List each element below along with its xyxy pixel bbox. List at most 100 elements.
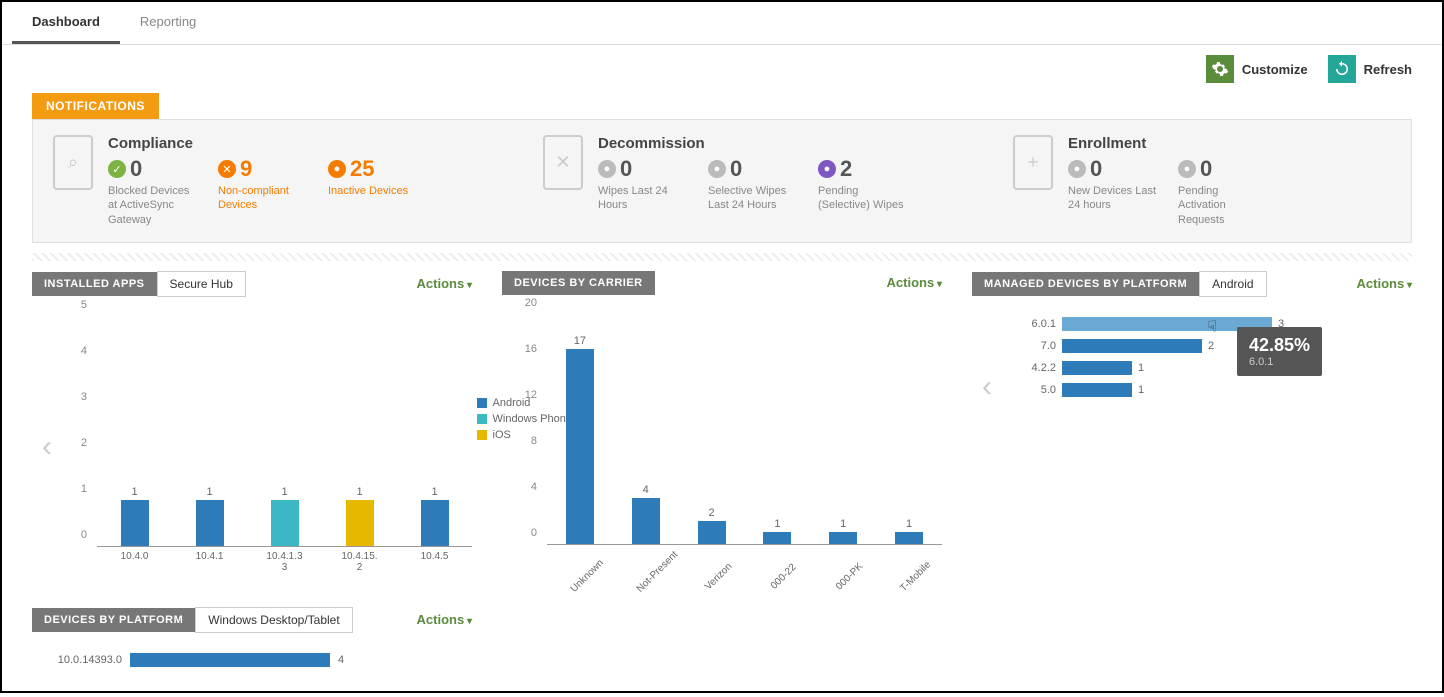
bar[interactable] [121, 500, 149, 546]
dot-icon: ● [818, 160, 836, 178]
x-label: Verizon [697, 556, 736, 595]
widget-title: DEVICES BY PLATFORM [32, 608, 195, 632]
phone-search-icon: ⌕ [53, 135, 93, 190]
bar-value: 4 [643, 484, 649, 496]
tab-dashboard[interactable]: Dashboard [12, 2, 120, 44]
metric-pending-wipes[interactable]: ●2 Pending (Selective) Wipes [818, 156, 908, 213]
actions-dropdown[interactable]: Actions [1357, 276, 1412, 291]
hbar-label: 6.0.1 [1012, 318, 1062, 330]
metric-value: 25 [350, 156, 374, 182]
x-label: 10.4.15.2 [340, 547, 380, 587]
dot-icon: ● [1068, 160, 1086, 178]
y-tick: 0 [531, 527, 537, 539]
bar[interactable] [421, 500, 449, 546]
metric-wipes[interactable]: ●0 Wipes Last 24 Hours [598, 156, 688, 213]
bar[interactable] [196, 500, 224, 546]
x-label: 10.4.1 [190, 547, 230, 587]
warn-icon: ✕ [218, 160, 236, 178]
bar[interactable] [566, 349, 594, 544]
hbar-label: 4.2.2 [1012, 362, 1062, 374]
legend-swatch [477, 398, 487, 408]
x-label: 10.4.0 [115, 547, 155, 587]
bar[interactable] [346, 500, 374, 546]
metric-selective-wipes[interactable]: ●0 Selective Wipes Last 24 Hours [708, 156, 798, 213]
chart-tooltip: 42.85% 6.0.1 [1237, 327, 1322, 376]
y-tick: 3 [81, 391, 87, 403]
hbar-row[interactable]: 4.2.2 1 [1012, 361, 1412, 375]
x-label: 10.4.5 [415, 547, 455, 587]
x-label: 000-22 [763, 556, 802, 595]
widget-installed-apps: INSTALLED APPS Secure Hub Actions ‹ 0 1 … [32, 271, 472, 587]
chart-prev-icon[interactable]: ‹ [32, 307, 62, 587]
metric-label: Pending Activation Requests [1178, 184, 1268, 227]
chart-prev-icon[interactable]: ‹ [972, 307, 1002, 467]
metric-inactive[interactable]: ●25 Inactive Devices [328, 156, 408, 227]
y-tick: 16 [525, 343, 537, 355]
bar[interactable] [698, 521, 726, 544]
metric-value: 0 [1200, 156, 1212, 182]
bar-value: 1 [131, 486, 137, 498]
x-label: Not-Present [632, 556, 671, 595]
widget-filter[interactable]: Android [1199, 271, 1266, 297]
hbar-label: 5.0 [1012, 384, 1062, 396]
tab-reporting[interactable]: Reporting [120, 2, 216, 44]
bar[interactable] [763, 532, 791, 544]
widget-filter[interactable]: Windows Desktop/Tablet [195, 607, 352, 633]
hbar-row[interactable]: 10.0.14393.0 4 [32, 653, 472, 667]
actions-dropdown[interactable]: Actions [887, 275, 942, 290]
widget-devices-by-carrier: DEVICES BY CARRIER Actions 0 4 8 12 16 2… [502, 271, 942, 585]
bar[interactable] [632, 498, 660, 544]
metric-pending-activation[interactable]: ●0 Pending Activation Requests [1178, 156, 1268, 227]
enrollment-section: + Enrollment ●0 New Devices Last 24 hour… [993, 135, 1411, 227]
metric-label: Pending (Selective) Wipes [818, 184, 908, 213]
x-label: 10.4.1.33 [265, 547, 305, 587]
hbar-bar [1062, 361, 1132, 375]
actions-dropdown[interactable]: Actions [417, 612, 472, 627]
metric-label: Selective Wipes Last 24 Hours [708, 184, 798, 213]
metric-label: Inactive Devices [328, 184, 408, 198]
gear-icon [1206, 55, 1234, 83]
hbar-value: 4 [338, 654, 344, 666]
notifications-label: NOTIFICATIONS [32, 93, 159, 119]
hbar-row[interactable]: 5.01 [1012, 383, 1412, 397]
refresh-icon [1328, 55, 1356, 83]
widget-title: DEVICES BY CARRIER [502, 271, 655, 295]
hbar-row[interactable]: 7.02 [1012, 339, 1412, 353]
y-tick: 20 [525, 297, 537, 309]
legend-swatch [477, 414, 487, 424]
metric-new-devices[interactable]: ●0 New Devices Last 24 hours [1068, 156, 1158, 227]
bar[interactable] [829, 532, 857, 544]
widget-devices-by-platform: DEVICES BY PLATFORM Windows Desktop/Tabl… [32, 607, 472, 677]
actions-dropdown[interactable]: Actions [417, 276, 472, 291]
metric-noncompliant[interactable]: ✕9 Non-compliant Devices [218, 156, 308, 227]
metric-value: 2 [840, 156, 852, 182]
tooltip-percent: 42.85% [1249, 335, 1310, 356]
y-tick: 12 [525, 389, 537, 401]
phone-plus-icon: + [1013, 135, 1053, 190]
metric-blocked-devices[interactable]: ✓0 Blocked Devices at ActiveSync Gateway [108, 156, 198, 227]
toolbar: Customize Refresh [2, 45, 1442, 83]
bar[interactable] [271, 500, 299, 546]
bar[interactable] [895, 532, 923, 544]
widget-filter[interactable]: Secure Hub [157, 271, 246, 297]
y-tick: 4 [81, 345, 87, 357]
widget-managed-devices: MANAGED DEVICES BY PLATFORM Android Acti… [972, 271, 1412, 467]
compliance-section: ⌕ Compliance ✓0 Blocked Devices at Activ… [33, 135, 523, 227]
dot-icon: ● [1178, 160, 1196, 178]
x-label: Unknown [566, 556, 605, 595]
enrollment-title: Enrollment [1068, 135, 1391, 152]
x-label: T-Mobile [895, 556, 934, 595]
dot-icon: ● [598, 160, 616, 178]
hbar-label: 7.0 [1012, 340, 1062, 352]
hbar-value: 1 [1132, 362, 1144, 374]
customize-button[interactable]: Customize [1206, 55, 1308, 83]
refresh-button[interactable]: Refresh [1328, 55, 1412, 83]
bar-value: 1 [356, 486, 362, 498]
hbar-bar [1062, 383, 1132, 397]
y-tick: 0 [81, 529, 87, 541]
metric-value: 0 [730, 156, 742, 182]
widget-title: MANAGED DEVICES BY PLATFORM [972, 272, 1199, 296]
metric-value: 0 [130, 156, 142, 182]
metric-value: 9 [240, 156, 252, 182]
bar-value: 1 [206, 486, 212, 498]
